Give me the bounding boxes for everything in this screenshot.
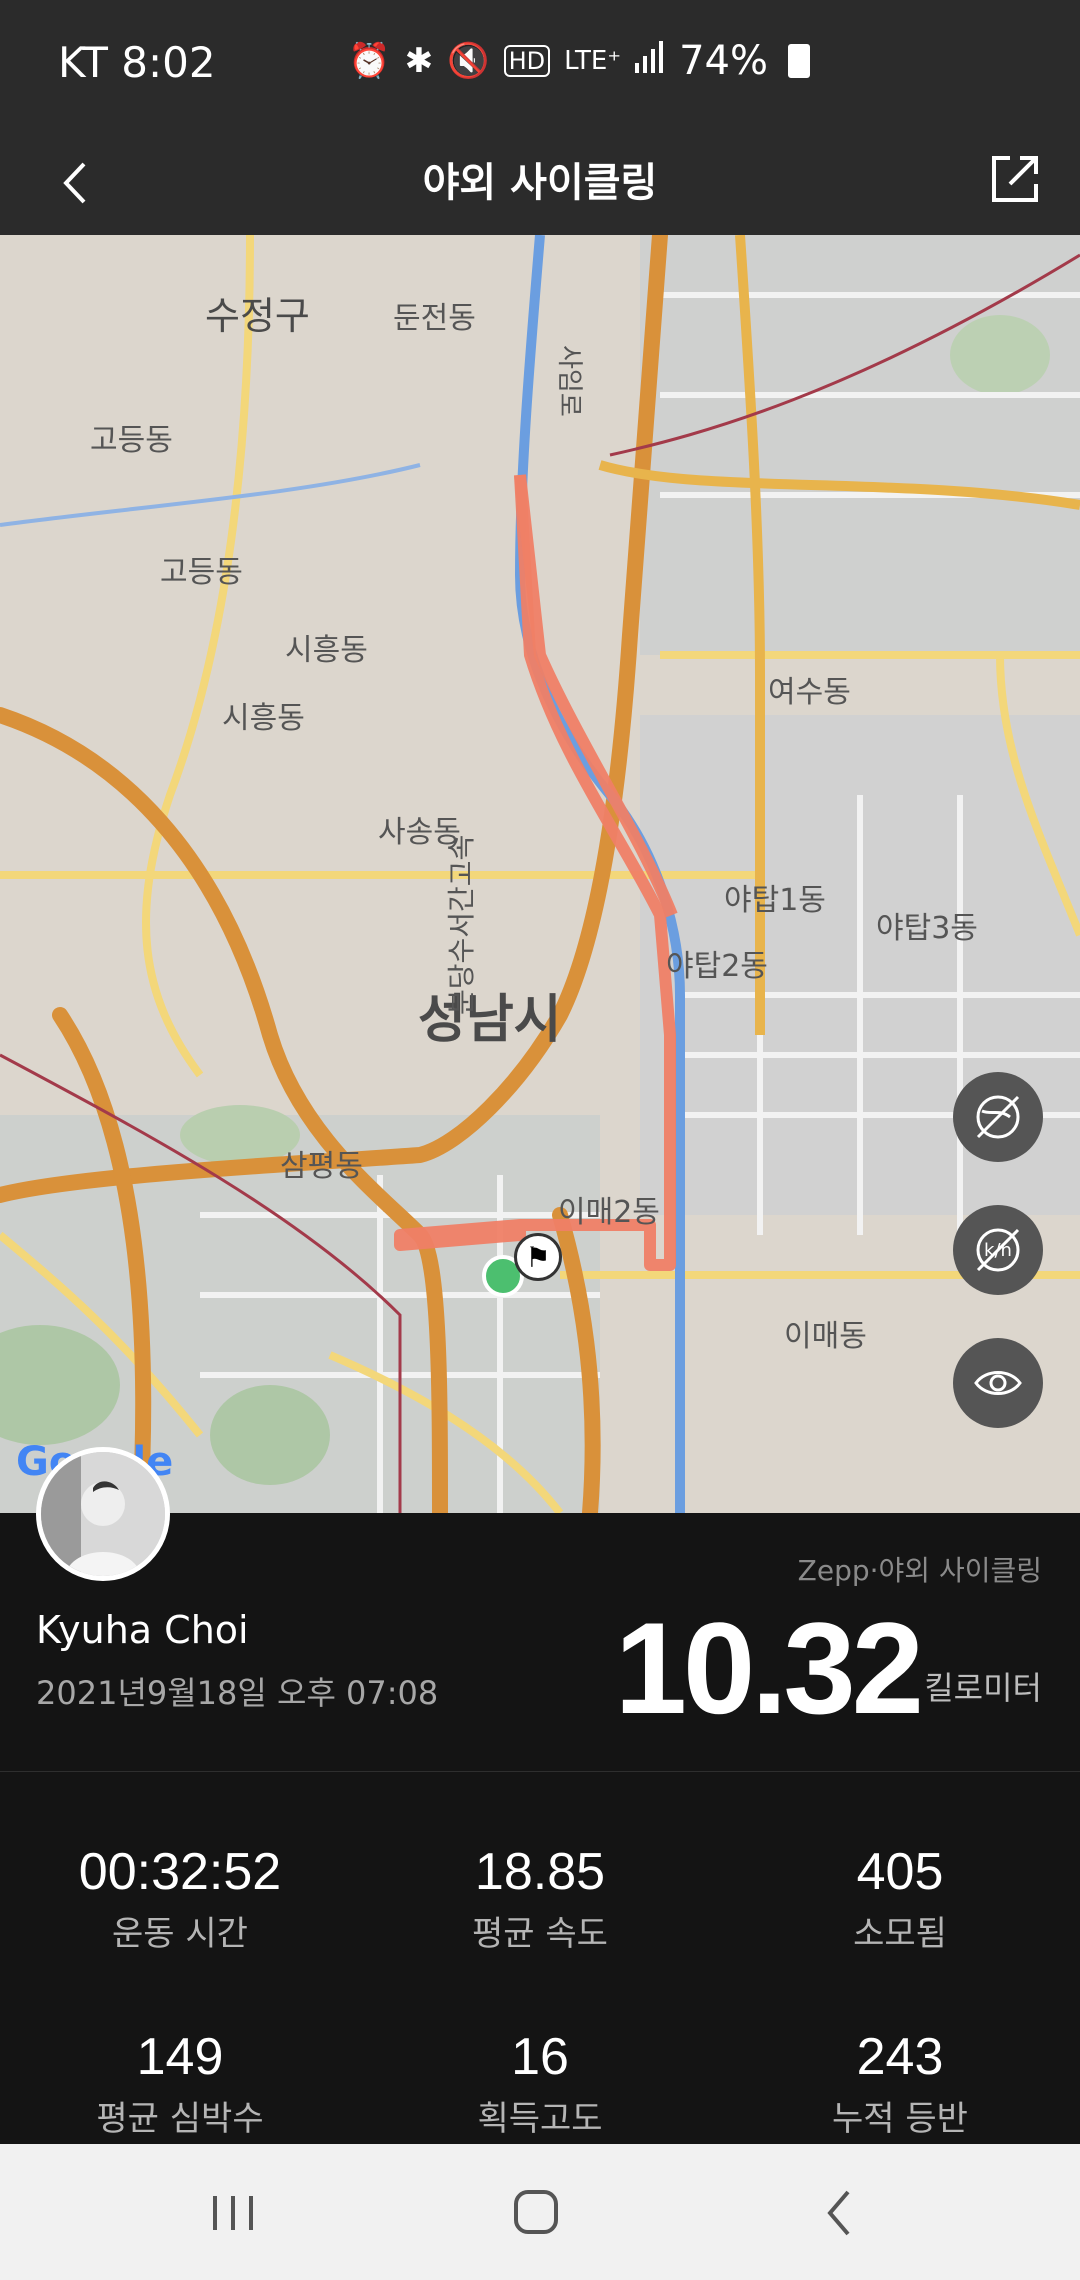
no-satellite-icon (976, 1095, 1020, 1139)
map-label-yatap1-dong: 야탑1동 (724, 883, 826, 918)
map-label-sampyeong-dong: 삼평동 (280, 1149, 363, 1184)
map-label-siheung-dong-1: 시흥동 (285, 633, 368, 668)
mute-icon: 🔇 (447, 41, 490, 81)
route-map[interactable]: 수정구 둔전동 고등동 고등동 시흥동 시흥동 사송동 여수동 야탑1동 야탑3… (0, 235, 1080, 1513)
status-bar: KT 8:02 ⏰ ✱ 🔇 HD LTE⁺ 74% (0, 0, 1080, 130)
recent-apps-button[interactable] (193, 2178, 273, 2248)
toggle-km-marker-button[interactable]: k/n (953, 1205, 1043, 1295)
back-icon (827, 2190, 850, 2236)
workout-summary: Zepp·야외 사이클링 Kyuha Choi 2021년9월18일 오후 07… (0, 1513, 1080, 1773)
stat-calories: 405 소모됨 (720, 1842, 1080, 1955)
map-label-yatap2-dong: 야탑2동 (666, 949, 768, 984)
stat-elevation-gain: 16 획득고도 (360, 2027, 720, 2140)
alarm-icon: ⏰ (348, 41, 391, 81)
stat-label: 평균 속도 (472, 1914, 608, 1954)
map-label-imae-dong: 이매동 (784, 1319, 867, 1354)
map-label-dunjeon-dong: 둔전동 (393, 301, 476, 336)
user-name: Kyuha Choi (36, 1608, 249, 1652)
stat-value: 00:32:52 (78, 1843, 282, 1901)
stat-total-climb: 243 누적 등반 (720, 2027, 1080, 2140)
map-label-yeosu-dong: 여수동 (768, 675, 851, 710)
map-label-siheung-dong-2: 시흥동 (222, 701, 305, 736)
recent-apps-icon (213, 2196, 253, 2230)
battery-percent: 74% (679, 38, 768, 84)
no-km-marker-icon: k/n (976, 1228, 1020, 1272)
stats-grid: 00:32:52 운동 시간 18.85 평균 속도 405 소모됨 149 평… (0, 1772, 1080, 2144)
avatar[interactable] (36, 1447, 170, 1581)
share-button[interactable] (980, 144, 1050, 214)
status-icons: ⏰ ✱ 🔇 HD LTE⁺ 74% (348, 38, 810, 84)
stat-avg-heart-rate: 149 평균 심박수 (0, 2027, 360, 2140)
stat-value: 405 (856, 1843, 944, 1901)
stat-value: 16 (511, 2028, 569, 2086)
home-button[interactable] (496, 2178, 576, 2248)
stat-avg-speed: 18.85 평균 속도 (360, 1842, 720, 1955)
map-label-sujeong-gu: 수정구 (205, 294, 310, 338)
eye-icon (974, 1371, 1022, 1395)
workout-date: 2021년9월18일 오후 07:08 (36, 1674, 439, 1712)
stat-duration: 00:32:52 운동 시간 (0, 1842, 360, 1955)
home-icon (514, 2190, 558, 2234)
stat-value: 18.85 (474, 1843, 606, 1901)
share-icon (992, 156, 1038, 202)
stat-label: 획득고도 (477, 2099, 603, 2139)
toggle-satellite-button[interactable] (953, 1072, 1043, 1162)
map-label-godeung-dong-1: 고등동 (90, 423, 173, 458)
carrier-time: KT 8:02 (58, 38, 216, 87)
page-title: 야외 사이클링 (422, 160, 658, 206)
stat-value: 149 (136, 2028, 224, 2086)
map-label-expressway: 분당수서간고속 (445, 834, 478, 1015)
workout-source: Zepp·야외 사이클링 (797, 1554, 1042, 1587)
system-nav-bar (0, 2144, 1080, 2280)
finish-flag-icon: ⚑ (514, 1233, 562, 1281)
bluetooth-icon: ✱ (404, 41, 434, 81)
signal-icon (635, 40, 665, 82)
toggle-visibility-button[interactable] (953, 1338, 1043, 1428)
stat-label: 평균 심박수 (96, 2099, 264, 2139)
stat-label: 운동 시간 (112, 1914, 248, 1954)
distance-unit: 킬로미터 (924, 1669, 1042, 1707)
map-label-saimro: 사임로 (554, 345, 584, 417)
hd-voice-icon: HD (503, 45, 551, 77)
lte-plus-icon: LTE⁺ (564, 46, 622, 76)
map-label-godeung-dong-2: 고등동 (160, 555, 243, 590)
stat-label: 누적 등반 (832, 2099, 968, 2139)
battery-icon (788, 44, 810, 78)
map-label-imae2-dong: 이매2동 (558, 1195, 660, 1230)
map-label-yatap3-dong: 야탑3동 (876, 911, 978, 946)
user-photo (41, 1452, 165, 1576)
stat-label: 소모됨 (853, 1914, 947, 1954)
distance-value: 10.32 (614, 1595, 924, 1741)
system-back-button[interactable] (800, 2178, 880, 2248)
app-header: 야외 사이클링 (0, 130, 1080, 235)
stat-value: 243 (856, 2028, 944, 2086)
